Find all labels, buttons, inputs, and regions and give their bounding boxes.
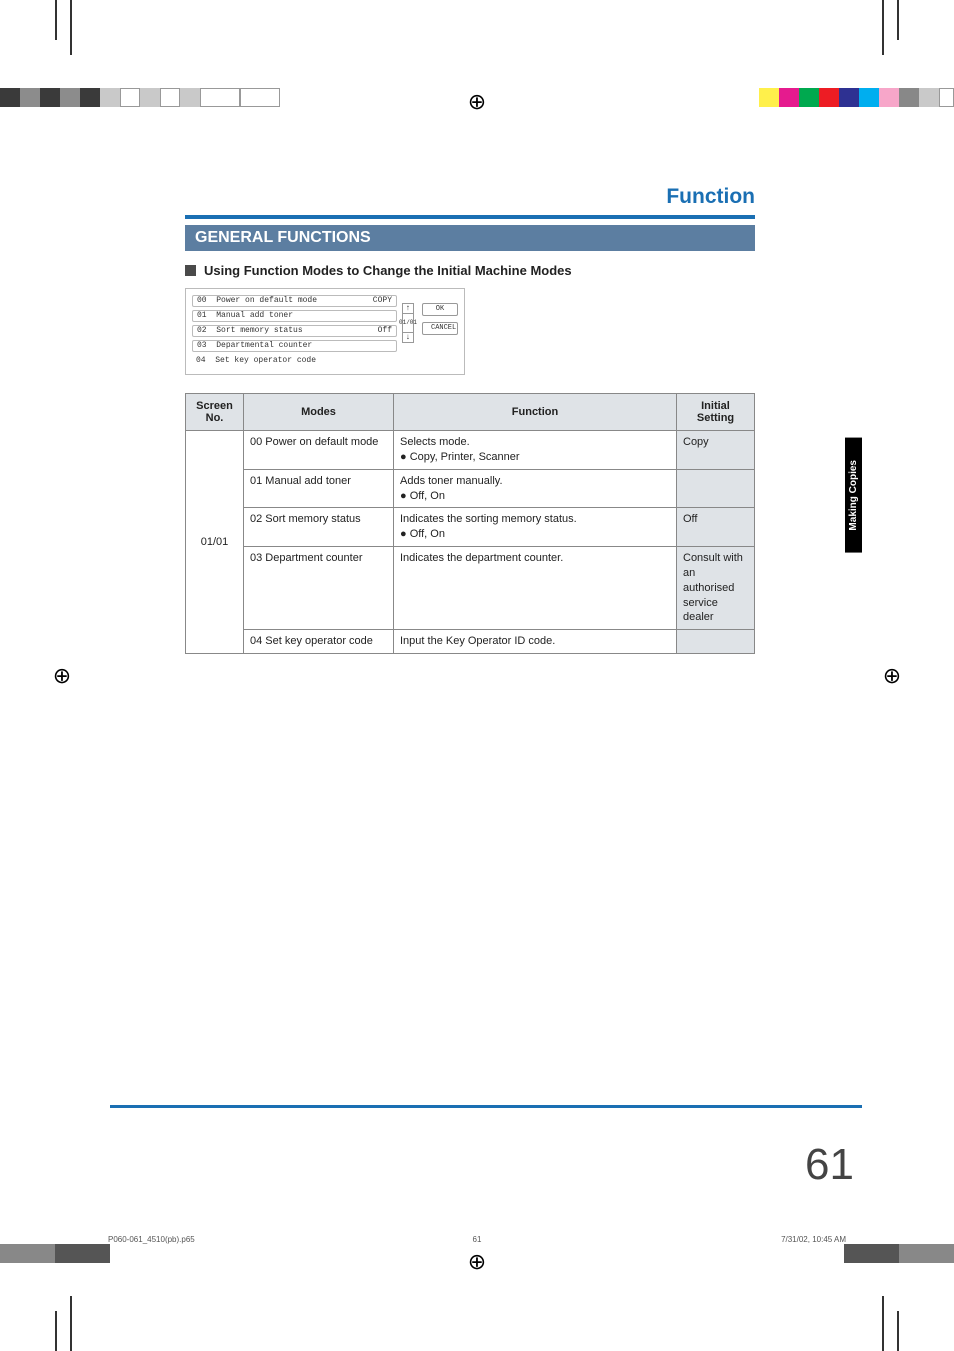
cell-function: Indicates the department counter. [394,547,677,630]
color-bar-bottom-left [0,1244,110,1263]
crop-mark [55,0,57,40]
cell-function: Selects mode. ● Copy, Printer, Scanner [394,431,677,470]
color-bar-right [759,88,954,107]
panel-row: 03 Departmental counter [192,340,397,352]
panel-row: 04 Set key operator code [192,355,397,367]
page-title: Function [185,185,755,209]
lcd-panel: 00 Power on default mode COPY 01 Manual … [185,288,465,375]
cancel-button: CANCEL [422,322,458,335]
crop-mark [897,0,899,40]
subheading-row: Using Function Modes to Change the Initi… [185,263,755,278]
footer-center: 61 [473,1235,482,1244]
cell-setting: Copy [677,431,755,470]
col-function: Function [394,394,677,431]
title-rule [185,215,755,219]
panel-buttons: OK CANCEL [422,303,458,335]
crop-mark [882,0,884,55]
panel-row: 01 Manual add toner [192,310,397,322]
cell-mode: 01 Manual add toner [244,469,394,508]
footer-left: P060-061_4510(pb).p65 [108,1235,195,1244]
section-tab: Making Copies [845,438,862,553]
cell-mode: 03 Department counter [244,547,394,630]
cell-function: Adds toner manually. ● Off, On [394,469,677,508]
cell-setting [677,469,755,508]
panel-scrollbar: ↑ 01/01 ↓ [402,303,414,343]
bottom-rule [110,1105,862,1108]
subheading-text: Using Function Modes to Change the Initi… [204,263,572,278]
footer: P060-061_4510(pb).p65 61 7/31/02, 10:45 … [108,1235,846,1244]
cell-setting: Consult with an authorised service deale… [677,547,755,630]
modes-table: Screen No. Modes Function Initial Settin… [185,393,755,654]
arrow-up-icon: ↑ [402,303,414,314]
registration-mark-icon: ⊕ [463,88,491,116]
col-screen-no: Screen No. [186,394,244,431]
panel-row: 02 Sort memory status Off [192,325,397,337]
panel-row: 00 Power on default mode COPY [192,295,397,307]
color-bar-left [0,88,280,107]
section-heading: GENERAL FUNCTIONS [185,225,755,251]
cell-mode: 02 Sort memory status [244,508,394,547]
crop-mark [70,0,72,55]
registration-mark-icon: ⊕ [48,662,76,690]
cell-setting [677,630,755,654]
registration-mark-icon: ⊕ [878,662,906,690]
cell-function: Indicates the sorting memory status. ● O… [394,508,677,547]
cell-mode: 04 Set key operator code [244,630,394,654]
crop-mark [897,1311,899,1351]
scroll-position-label: 01/01 [402,314,414,332]
crop-mark [55,1311,57,1351]
cell-function: Input the Key Operator ID code. [394,630,677,654]
page-number: 61 [805,1140,854,1190]
footer-right: 7/31/02, 10:45 AM [781,1235,846,1244]
col-initial-setting: Initial Setting [677,394,755,431]
registration-mark-icon: ⊕ [463,1248,491,1276]
ok-button: OK [422,303,458,316]
page-content: Function GENERAL FUNCTIONS Using Functio… [185,185,755,654]
col-modes: Modes [244,394,394,431]
cell-setting: Off [677,508,755,547]
arrow-down-icon: ↓ [402,332,414,343]
crop-mark [70,1296,72,1351]
square-bullet-icon [185,265,196,276]
crop-mark [882,1296,884,1351]
cell-mode: 00 Power on default mode [244,431,394,470]
cell-screen-no: 01/01 [186,431,244,654]
color-bar-bottom-right [844,1244,954,1263]
